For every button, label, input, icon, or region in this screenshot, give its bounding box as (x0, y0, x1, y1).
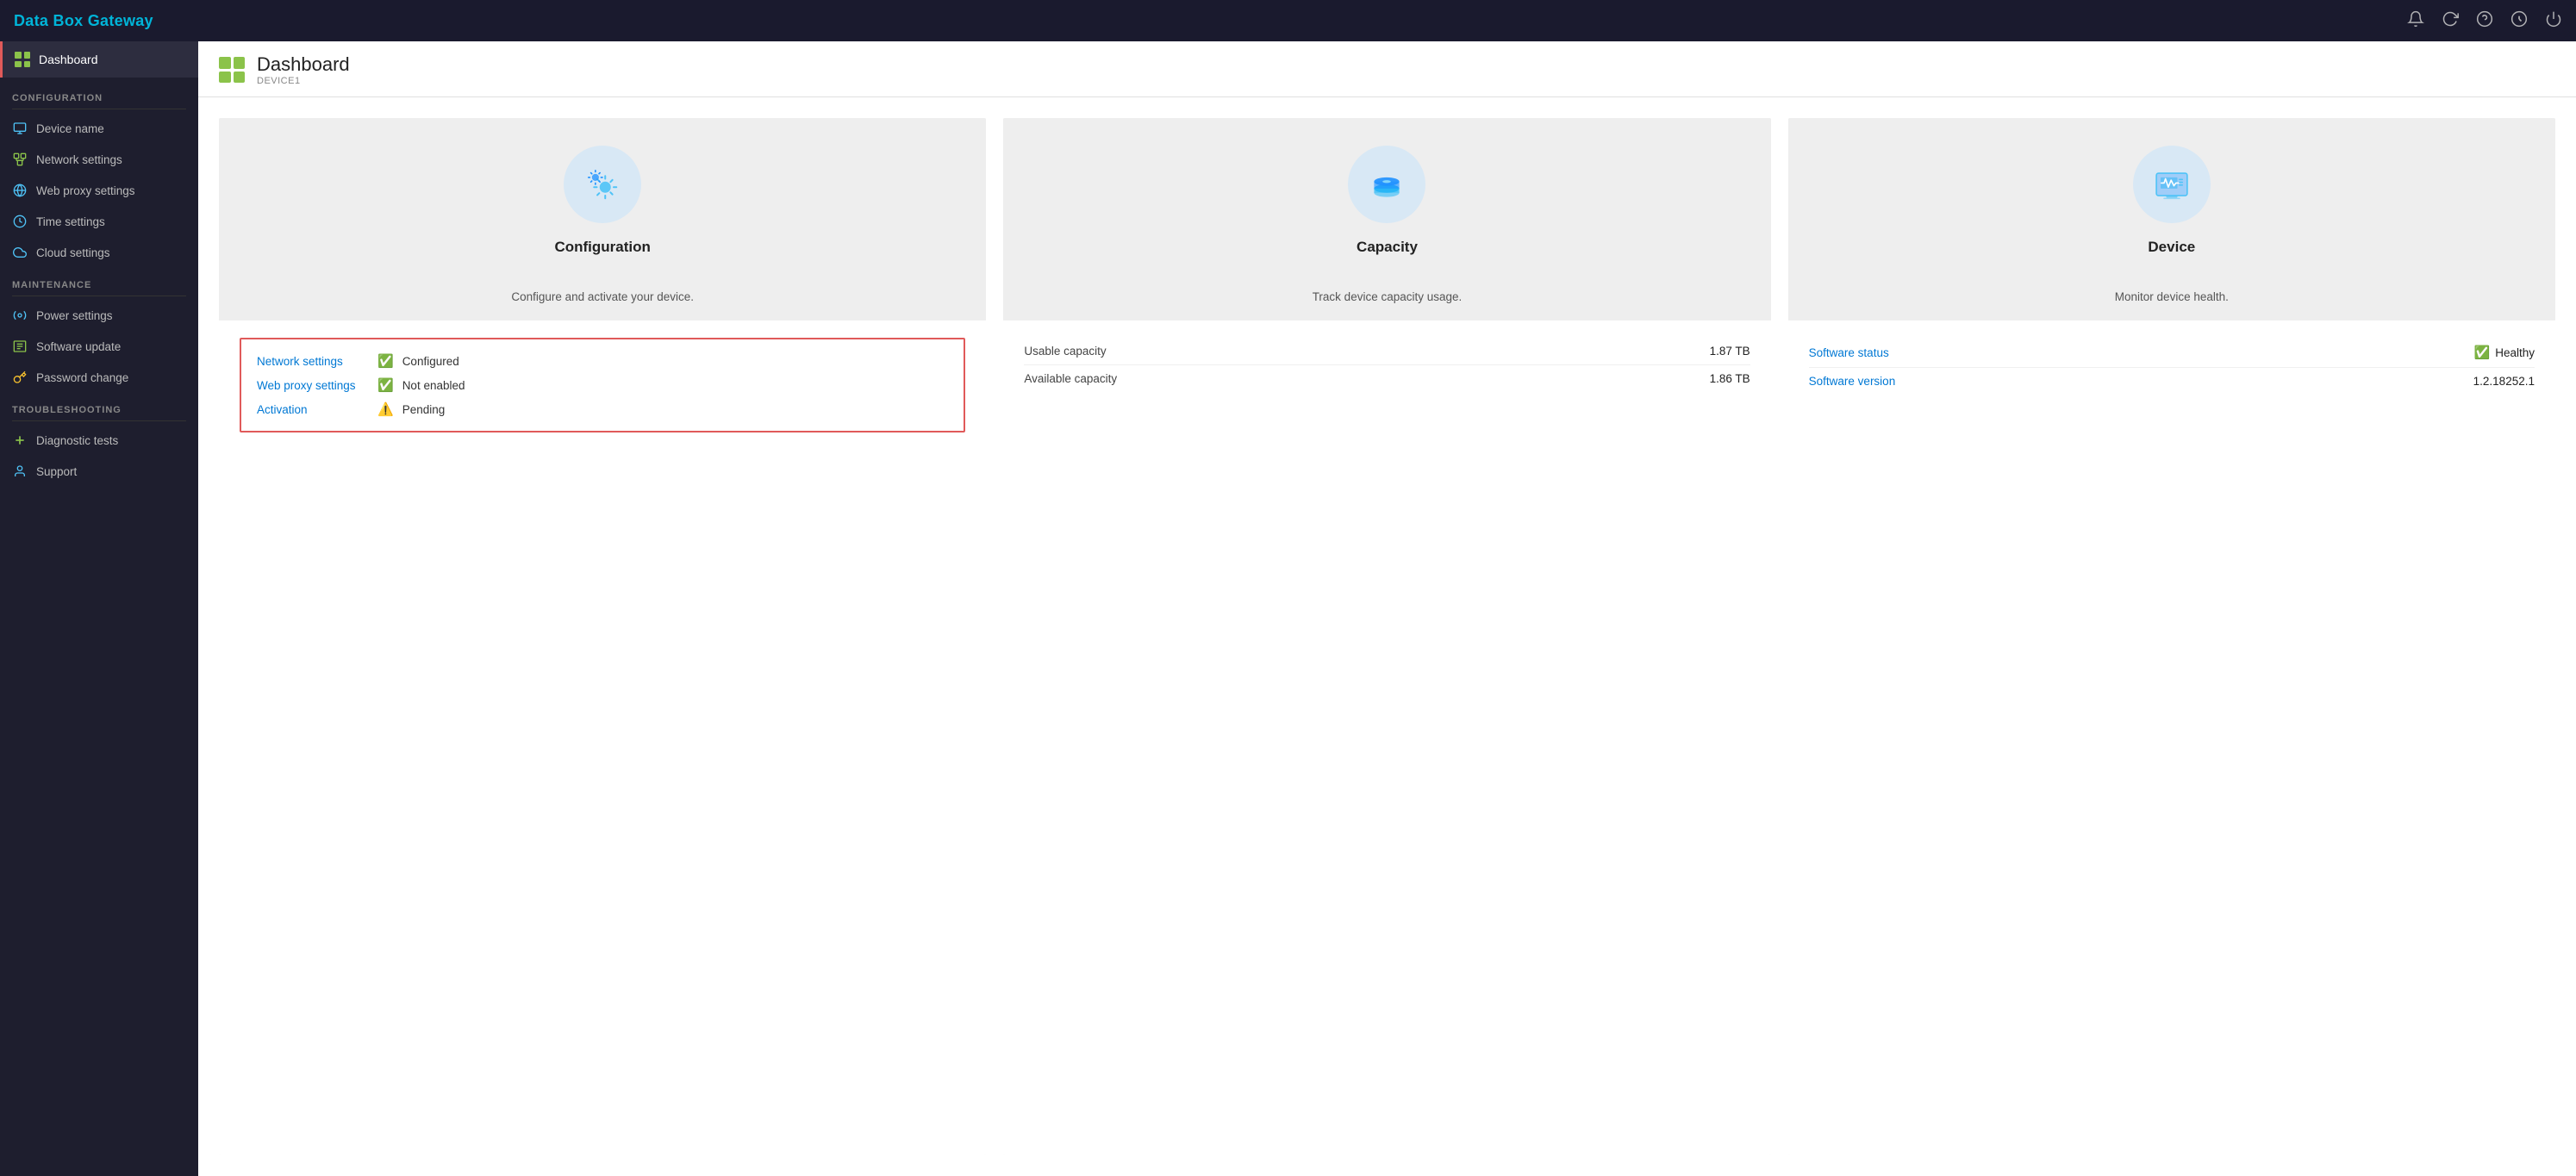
software-update-label: Software update (36, 340, 121, 353)
configuration-card-body: Network settings ✅ Configured Web proxy … (219, 320, 986, 1155)
sidebar-section-troubleshooting: TROUBLESHOOTING (0, 393, 198, 420)
web-proxy-settings-link[interactable]: Web proxy settings (257, 379, 369, 392)
device-name-icon (12, 121, 28, 136)
cloud-settings-icon (12, 245, 28, 260)
web-proxy-status-text: Not enabled (402, 379, 465, 392)
network-status-text: Configured (402, 355, 459, 368)
configuration-card-top: Configuration (219, 118, 986, 277)
activation-status-icon: ⚠️ (377, 401, 394, 417)
sidebar-item-dashboard[interactable]: Dashboard (0, 41, 198, 78)
support-icon (12, 464, 28, 479)
web-proxy-label: Web proxy settings (36, 184, 135, 197)
sidebar-item-software-update[interactable]: Software update (0, 331, 198, 362)
capacity-card: Capacity Track device capacity usage. Us… (1003, 118, 1770, 1155)
time-settings-label: Time settings (36, 215, 105, 228)
cloud-settings-label: Cloud settings (36, 246, 110, 259)
device-card-title: Device (2148, 239, 2195, 256)
software-status-row: Software status ✅ Healthy (1809, 338, 2535, 368)
web-proxy-icon (12, 183, 28, 198)
usable-capacity-value: 1.87 TB (1710, 345, 1750, 358)
device-name-label: Device name (36, 122, 104, 135)
sidebar-item-support[interactable]: Support (0, 456, 198, 487)
network-settings-label: Network settings (36, 153, 122, 166)
sidebar-section-maintenance: MAINTENANCE (0, 268, 198, 296)
activation-link[interactable]: Activation (257, 403, 369, 416)
topbar-icons (2407, 10, 2562, 32)
config-item-network: Network settings ✅ Configured (257, 353, 948, 369)
page-title: Dashboard (257, 53, 350, 76)
troubleshooting-divider (12, 420, 186, 421)
sidebar-item-device-name[interactable]: Device name (0, 113, 198, 144)
sidebar-item-power-settings[interactable]: Power settings (0, 300, 198, 331)
software-version-row: Software version 1.2.18252.1 (1809, 368, 2535, 395)
capacity-icon-circle (1348, 146, 1425, 223)
activation-status-text: Pending (402, 403, 446, 416)
network-settings-link[interactable]: Network settings (257, 355, 369, 368)
device-card-top: Device (1788, 118, 2555, 277)
dashboard-grid-icon (219, 57, 245, 83)
app-title: Data Box Gateway (14, 12, 153, 30)
device-card: Device Monitor device health. Software s… (1788, 118, 2555, 1155)
main-layout: Dashboard CONFIGURATION Device name Netw… (0, 41, 2576, 1176)
available-capacity-value: 1.86 TB (1710, 372, 1750, 385)
help-icon[interactable] (2476, 10, 2493, 32)
software-status-link[interactable]: Software status (1809, 346, 1889, 359)
power-icon[interactable] (2545, 10, 2562, 32)
configuration-icon-circle (564, 146, 641, 223)
available-capacity-label: Available capacity (1024, 372, 1117, 385)
web-proxy-status-icon: ✅ (377, 377, 394, 393)
usable-capacity-row: Usable capacity 1.87 TB (1024, 338, 1750, 365)
device-icon-circle (2133, 146, 2211, 223)
sidebar-item-diagnostic-tests[interactable]: Diagnostic tests (0, 425, 198, 456)
power-settings-label: Power settings (36, 309, 113, 322)
page-subtitle: DEVICE1 (257, 76, 350, 86)
content-area: Dashboard DEVICE1 (198, 41, 2576, 1176)
capacity-card-description: Track device capacity usage. (1003, 277, 1770, 320)
software-version-value: 1.2.18252.1 (2473, 375, 2535, 388)
diagnostic-tests-icon (12, 432, 28, 448)
capacity-card-top: Capacity (1003, 118, 1770, 277)
available-capacity-row: Available capacity 1.86 TB (1024, 365, 1750, 392)
bell-icon[interactable] (2407, 10, 2424, 32)
capacity-card-title: Capacity (1357, 239, 1418, 256)
circle-power-icon[interactable] (2511, 10, 2528, 32)
cards-area: Configuration Configure and activate you… (198, 97, 2576, 1176)
usable-capacity-label: Usable capacity (1024, 345, 1106, 358)
sidebar-item-web-proxy[interactable]: Web proxy settings (0, 175, 198, 206)
configuration-card-description: Configure and activate your device. (219, 277, 986, 320)
device-card-body: Software status ✅ Healthy Software versi… (1788, 320, 2555, 1155)
sidebar: Dashboard CONFIGURATION Device name Netw… (0, 41, 198, 1176)
config-item-web-proxy: Web proxy settings ✅ Not enabled (257, 377, 948, 393)
password-change-icon (12, 370, 28, 385)
software-status-check-icon: ✅ (2474, 345, 2491, 360)
network-settings-icon (12, 152, 28, 167)
content-header-text: Dashboard DEVICE1 (257, 53, 350, 86)
support-label: Support (36, 465, 77, 478)
sidebar-item-network-settings[interactable]: Network settings (0, 144, 198, 175)
sidebar-section-configuration: CONFIGURATION (0, 81, 198, 109)
configuration-items-box: Network settings ✅ Configured Web proxy … (240, 338, 965, 432)
topbar: Data Box Gateway (0, 0, 2576, 41)
sidebar-item-password-change[interactable]: Password change (0, 362, 198, 393)
time-settings-icon (12, 214, 28, 229)
software-version-link[interactable]: Software version (1809, 375, 1896, 388)
configuration-card-title: Configuration (554, 239, 650, 256)
device-card-description: Monitor device health. (1788, 277, 2555, 320)
diagnostic-tests-label: Diagnostic tests (36, 434, 118, 447)
configuration-card: Configuration Configure and activate you… (219, 118, 986, 1155)
capacity-card-body: Usable capacity 1.87 TB Available capaci… (1003, 320, 1770, 1155)
content-header: Dashboard DEVICE1 (198, 41, 2576, 97)
power-settings-icon (12, 308, 28, 323)
config-item-activation: Activation ⚠️ Pending (257, 401, 948, 417)
software-update-icon (12, 339, 28, 354)
software-status-value: Healthy (2495, 346, 2535, 359)
sidebar-dashboard-label: Dashboard (39, 53, 98, 66)
sidebar-item-time-settings[interactable]: Time settings (0, 206, 198, 237)
refresh-icon[interactable] (2442, 10, 2459, 32)
password-change-label: Password change (36, 371, 128, 384)
network-status-icon: ✅ (377, 353, 394, 369)
sidebar-item-cloud-settings[interactable]: Cloud settings (0, 237, 198, 268)
